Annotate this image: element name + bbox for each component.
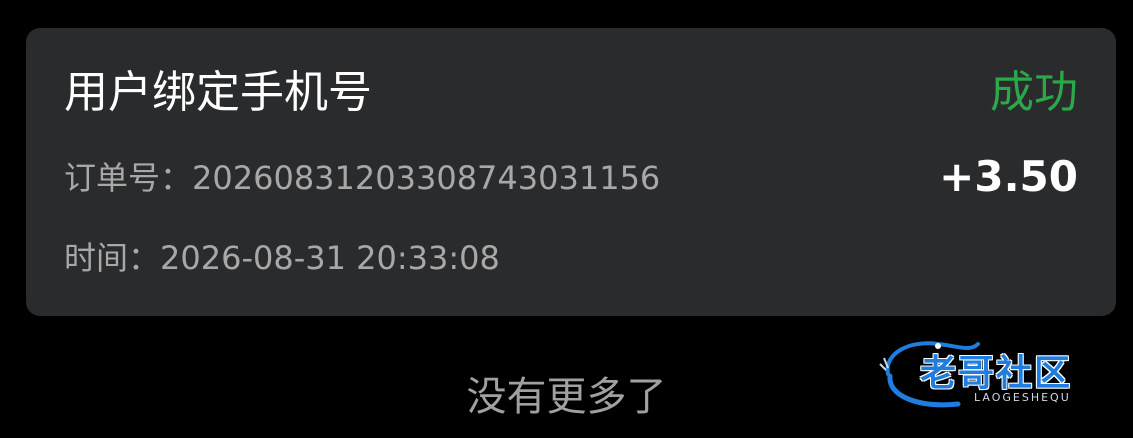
transaction-title: 用户绑定手机号 [64, 67, 372, 118]
watermark-subtext: LAOGESHEQU [974, 391, 1071, 404]
time-row: 时间：2026-08-31 20:33:08 [64, 238, 500, 278]
time-value: 2026-08-31 20:33:08 [160, 239, 500, 277]
time-label: 时间： [64, 239, 161, 277]
order-number-row: 订单号：20260831203308743031156 [64, 158, 660, 198]
order-number-value: 20260831203308743031156 [192, 159, 661, 197]
amount-value: +3.50 [939, 152, 1078, 201]
status-label: 成功 [990, 67, 1078, 118]
watermark-text: 老哥社区 [920, 353, 1073, 394]
transaction-card[interactable]: 用户绑定手机号 成功 订单号：20260831203308743031156 +… [26, 28, 1116, 316]
watermark-logo: 老哥社区 LAOGESHEQU [878, 334, 1118, 414]
order-number-label: 订单号： [64, 159, 193, 197]
